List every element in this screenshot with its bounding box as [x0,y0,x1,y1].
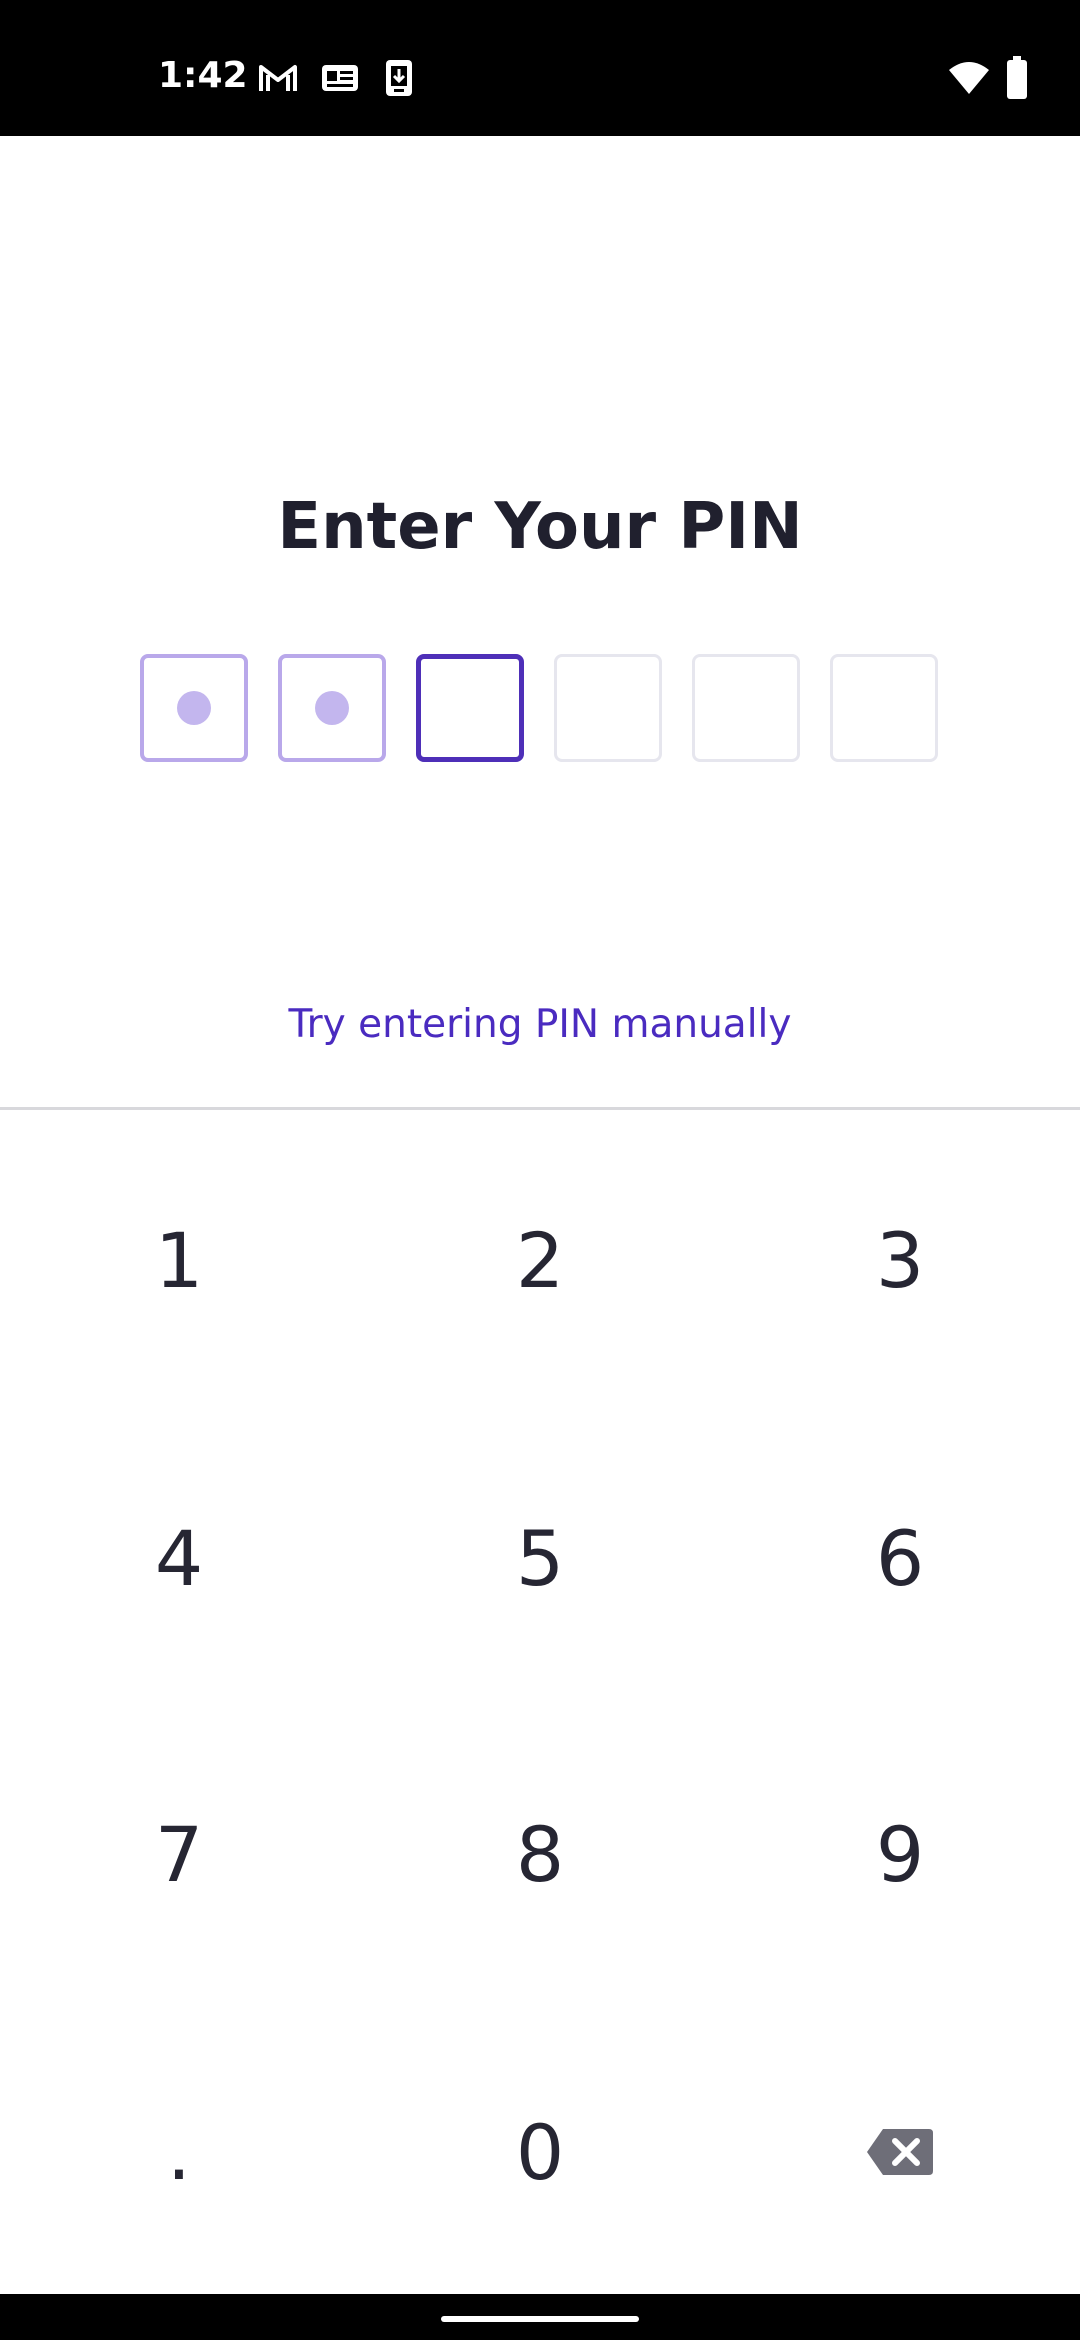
key-9[interactable]: 9 [780,1754,1020,1954]
key-5[interactable]: 5 [420,1458,660,1658]
divider [0,1107,1080,1110]
page-title: Enter Your PIN [277,490,803,564]
battery-icon [1006,56,1028,105]
key-6[interactable]: 6 [780,1458,1020,1658]
gmail-icon [258,62,298,99]
key-decimal[interactable]: . [59,2052,299,2252]
key-0[interactable]: 0 [420,2052,660,2252]
key-1[interactable]: 1 [59,1160,299,1360]
home-gesture-handle[interactable] [441,2316,639,2322]
status-bar: 1:42 [0,0,1080,136]
manual-pin-link[interactable]: Try entering PIN manually [0,1002,1080,1047]
pin-dot [315,691,349,725]
pin-box-3 [416,654,524,762]
pin-box-4 [554,654,662,762]
backspace-button[interactable] [780,2050,1020,2250]
key-4[interactable]: 4 [59,1458,299,1658]
key-3[interactable]: 3 [780,1160,1020,1360]
key-8[interactable]: 8 [420,1754,660,1954]
status-time: 1:42 [158,55,248,96]
key-7[interactable]: 7 [59,1754,299,1954]
pin-box-1 [140,654,248,762]
wifi-icon [948,60,990,101]
pin-box-2 [278,654,386,762]
pin-input[interactable] [140,654,940,762]
pin-box-6 [830,654,938,762]
card-notification-icon [320,62,360,99]
pin-box-5 [692,654,800,762]
download-icon [384,58,414,103]
pin-dot [177,691,211,725]
key-2[interactable]: 2 [420,1160,660,1360]
backspace-icon [865,2106,935,2195]
